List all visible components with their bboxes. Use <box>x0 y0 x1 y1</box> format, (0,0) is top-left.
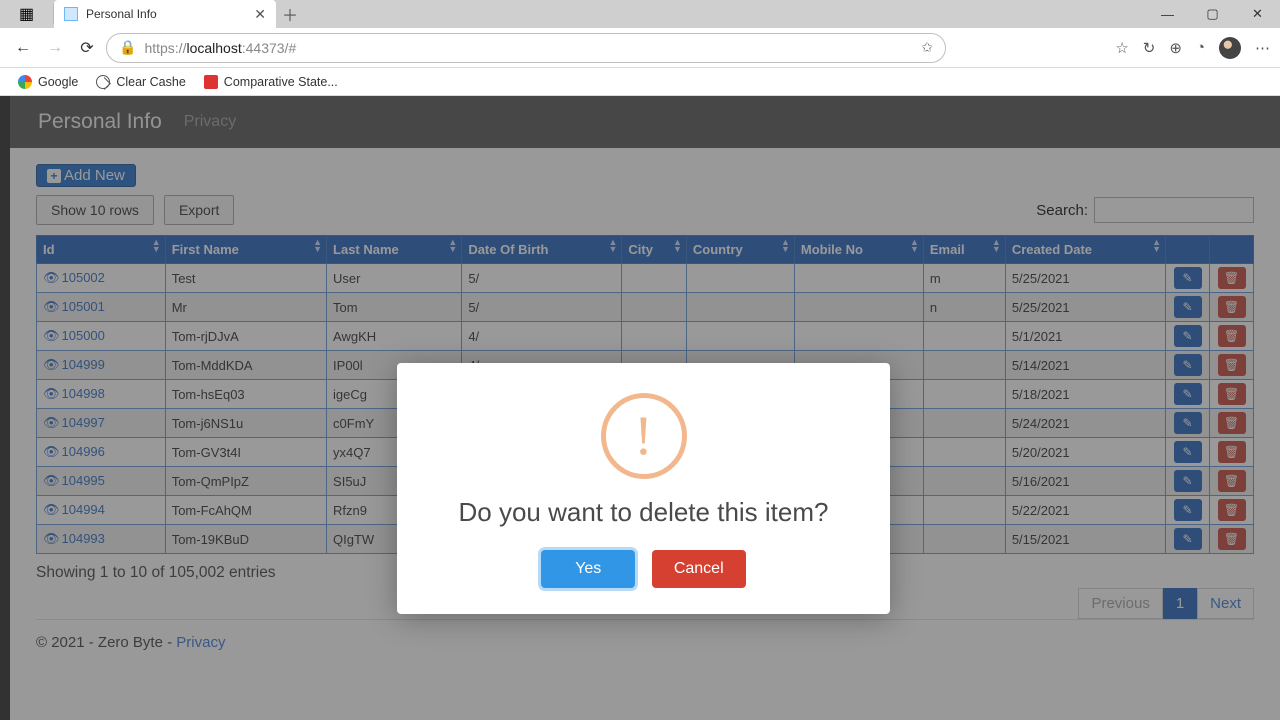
favorites-icon[interactable]: ☆ <box>1115 39 1128 57</box>
page-viewport: Personal Info Privacy +Add New Show 10 r… <box>0 96 1280 720</box>
confirm-delete-modal: ! Do you want to delete this item? Yes C… <box>397 363 890 614</box>
nav-forward: → <box>42 35 68 61</box>
window-close[interactable]: ✕ <box>1235 0 1280 28</box>
modal-title: Do you want to delete this item? <box>421 497 866 528</box>
modal-yes-button[interactable]: Yes <box>541 550 635 588</box>
lock-icon: 🔒 <box>119 39 136 56</box>
tab-bar: ▦ Personal Info ✕ ＋ — ▢ ✕ <box>0 0 1280 28</box>
tab-favicon <box>64 7 78 21</box>
google-icon <box>18 75 32 89</box>
bookmarks-bar: Google Clear Cashe Comparative State... <box>0 68 1280 96</box>
toolbar-icons: ☆ ↻ ⊕ ◔ ⋯ <box>1115 37 1270 59</box>
new-tab-button[interactable]: ＋ <box>276 0 304 28</box>
window-minimize[interactable]: — <box>1145 0 1190 28</box>
pdf-icon <box>204 75 218 89</box>
extensions-icon[interactable]: ◔ <box>1196 39 1205 56</box>
profile-avatar[interactable] <box>1219 37 1241 59</box>
nav-refresh[interactable]: ⟳ <box>74 35 100 61</box>
tab-title: Personal Info <box>86 7 246 21</box>
window-maximize[interactable]: ▢ <box>1190 0 1235 28</box>
tab-panel-icon[interactable]: ▦ <box>0 4 54 24</box>
menu-icon[interactable]: ⋯ <box>1255 39 1270 57</box>
bookmark-clear-cache[interactable]: Clear Cashe <box>96 75 185 89</box>
address-bar[interactable]: 🔒 https://localhost:44373/# ✩ <box>106 33 946 63</box>
collections-icon[interactable]: ⊕ <box>1169 39 1182 57</box>
window-controls: — ▢ ✕ <box>1145 0 1280 28</box>
reader-icon[interactable]: ✩ <box>921 39 933 56</box>
tab-close-icon[interactable]: ✕ <box>254 6 266 23</box>
warning-icon: ! <box>601 393 687 479</box>
gear-icon <box>96 75 110 89</box>
nav-back[interactable]: ← <box>10 35 36 61</box>
bookmark-comparative[interactable]: Comparative State... <box>204 75 338 89</box>
url-text: https://localhost:44373/# <box>144 40 296 56</box>
history-icon[interactable]: ↻ <box>1143 39 1156 57</box>
browser-chrome: ▦ Personal Info ✕ ＋ — ▢ ✕ ← → ⟳ 🔒 https:… <box>0 0 1280 96</box>
toolbar-row: ← → ⟳ 🔒 https://localhost:44373/# ✩ ☆ ↻ … <box>0 28 1280 68</box>
modal-cancel-button[interactable]: Cancel <box>652 550 746 588</box>
bookmark-google[interactable]: Google <box>18 75 78 89</box>
browser-tab[interactable]: Personal Info ✕ <box>54 0 276 28</box>
